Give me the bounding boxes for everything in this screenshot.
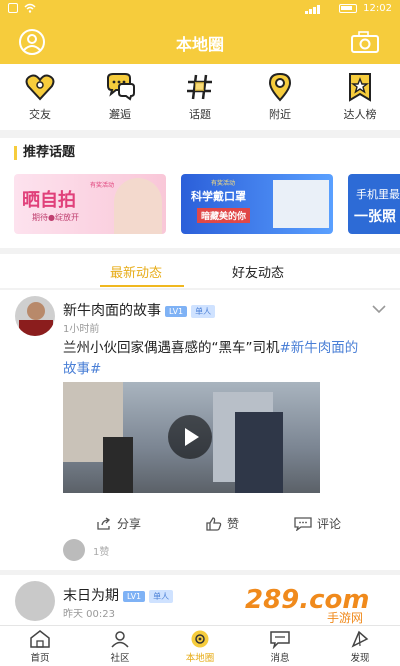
message-icon xyxy=(270,631,290,649)
star-badge-icon xyxy=(349,73,371,102)
tab-latest[interactable]: 最新动态 xyxy=(110,262,162,281)
page-title: 本地圈 xyxy=(175,35,224,54)
feed-tabs: 最新动态 好友动态 xyxy=(0,254,400,288)
tab-friends[interactable]: 好友动态 xyxy=(232,262,284,281)
liker-avatar xyxy=(63,539,85,561)
wifi-icon xyxy=(24,3,36,13)
level-badge: LV1 xyxy=(165,305,188,317)
quick-item-nearby[interactable]: 附近 xyxy=(240,64,320,130)
topic-banner-mask[interactable]: 科学戴口罩 暗藏美的你 有奖活动 xyxy=(181,174,333,234)
quick-item-dating[interactable]: 交友 xyxy=(0,64,80,130)
nav-discover[interactable]: 发现 xyxy=(320,626,400,666)
tab-indicator xyxy=(100,285,184,287)
community-icon xyxy=(111,631,129,648)
discover-icon xyxy=(351,630,369,648)
comment-button[interactable]: 评论 xyxy=(294,515,341,532)
site-watermark: 289.com 手游网 xyxy=(245,585,370,625)
share-icon xyxy=(97,516,111,530)
heart-location-icon xyxy=(25,74,55,101)
nav-local-circle[interactable]: 本地圈 xyxy=(160,626,240,666)
notification-icon xyxy=(8,3,18,13)
location-pin-icon xyxy=(268,72,292,102)
local-circle-icon xyxy=(191,630,209,648)
post-actions: 分享 赞 评论 xyxy=(0,512,400,534)
banner-photo xyxy=(114,178,162,234)
chat-bubbles-icon xyxy=(107,73,135,101)
nav-home[interactable]: 首页 xyxy=(0,626,80,666)
like-count: 1赞 xyxy=(93,546,110,558)
nav-community[interactable]: 社区 xyxy=(80,626,160,666)
home-icon xyxy=(30,630,50,648)
hash-icon xyxy=(187,74,212,100)
quick-item-ranking[interactable]: 达人榜 xyxy=(320,64,400,130)
feed-post[interactable]: 新牛肉面的故事 LV1 单人 1小时前 兰州小伙回家偶遇喜感的“黑车”司机#新牛肉面… xyxy=(0,290,400,570)
comment-icon xyxy=(294,516,312,531)
top-bar: 12:02 本地圈 xyxy=(0,0,400,64)
topic-banner-selfie[interactable]: 晒自拍 期待●绽放开 有奖活动 xyxy=(14,174,166,234)
avatar[interactable] xyxy=(15,581,55,621)
play-icon xyxy=(185,428,199,446)
post-author[interactable]: 末日为期 xyxy=(63,588,119,604)
thumbs-up-icon xyxy=(206,516,222,531)
bottom-nav: 首页 社区 本地圈 消息 发现 xyxy=(0,625,400,666)
level-badge: LV1 xyxy=(123,590,146,602)
video-thumbnail[interactable] xyxy=(63,382,320,493)
share-button[interactable]: 分享 xyxy=(96,515,141,532)
quick-item-encounter[interactable]: 邂逅 xyxy=(80,64,160,130)
status-bar: 12:02 xyxy=(0,0,400,18)
post-time: 昨天 00:23 xyxy=(63,609,115,620)
post-author[interactable]: 新牛肉面的故事 xyxy=(63,303,161,319)
avatar[interactable] xyxy=(15,296,55,336)
chevron-down-icon[interactable] xyxy=(372,304,386,314)
topic-banner-photo[interactable]: 手机里最 一张照 xyxy=(348,174,400,234)
likes-row[interactable]: 1赞 xyxy=(63,539,110,561)
play-button[interactable] xyxy=(168,415,212,459)
like-button[interactable]: 赞 xyxy=(206,515,239,532)
post-text: 兰州小伙回家偶遇喜感的“黑车”司机#新牛肉面的故事# xyxy=(63,340,359,377)
banner-photo xyxy=(273,180,329,228)
quick-item-topics[interactable]: 话题 xyxy=(160,64,240,130)
nav-messages[interactable]: 消息 xyxy=(240,626,320,666)
post-time: 1小时前 xyxy=(63,324,100,335)
quick-menu: 交友 邂逅 话题 附近 达人榜 xyxy=(0,64,400,130)
recommended-topics: 推荐话题 晒自拍 期待●绽放开 有奖活动 科学戴口罩 暗藏美的你 有奖活动 手机… xyxy=(0,138,400,248)
status-time: 12:02 xyxy=(363,3,392,14)
camera-icon[interactable] xyxy=(350,31,380,53)
signal-icon xyxy=(305,4,321,14)
battery-icon xyxy=(339,4,358,13)
section-title: 推荐话题 xyxy=(14,146,75,160)
role-badge: 单人 xyxy=(191,304,216,318)
role-badge: 单人 xyxy=(149,589,174,603)
